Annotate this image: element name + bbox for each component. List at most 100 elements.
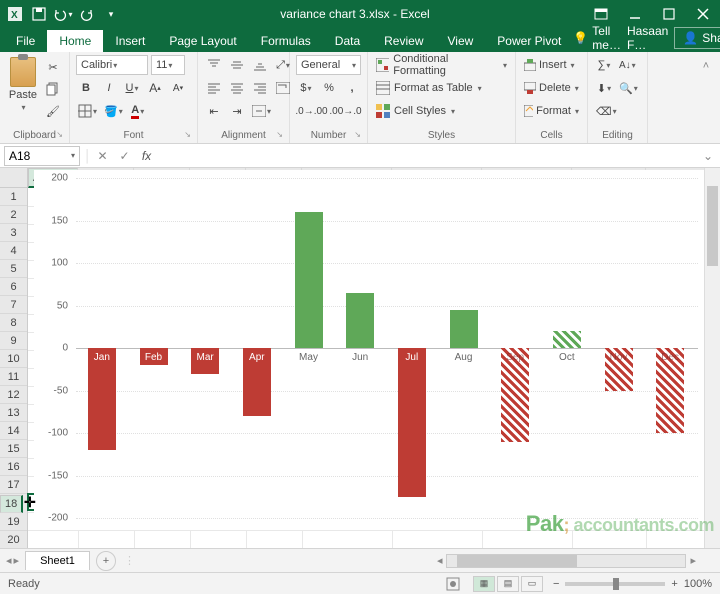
expand-formula-bar-icon[interactable]: ⌄ [700, 146, 720, 166]
font-color-button[interactable]: A▾ [128, 101, 148, 121]
row-header[interactable]: 10 [0, 350, 27, 368]
account-name[interactable]: Hasaan F… [627, 24, 668, 52]
borders-button[interactable]: ▾ [76, 101, 99, 121]
italic-button[interactable]: I [99, 78, 119, 98]
align-left-button[interactable] [204, 78, 224, 98]
name-box[interactable]: A18▾ [4, 146, 80, 166]
tab-page-layout[interactable]: Page Layout [157, 30, 248, 52]
select-all-corner[interactable] [0, 168, 28, 187]
copy-button[interactable] [43, 79, 63, 99]
sheet-tab[interactable]: Sheet1 [25, 551, 90, 570]
horizontal-scrollbar[interactable] [446, 554, 686, 568]
format-cells-button[interactable]: Format▾ [522, 101, 581, 121]
row-header[interactable]: 17 [0, 476, 27, 494]
excel-app-icon[interactable]: X [4, 3, 26, 25]
qat-customize-icon[interactable]: ▾ [100, 3, 122, 25]
percent-format-button[interactable]: % [319, 78, 339, 98]
macro-record-icon[interactable] [443, 574, 463, 594]
fx-icon[interactable]: fx [136, 149, 158, 163]
chart-bar[interactable] [88, 348, 116, 450]
row-header[interactable]: 9 [0, 332, 27, 350]
dialog-launcher-icon[interactable]: ↘ [276, 130, 283, 139]
number-format-select[interactable]: General▾ [296, 55, 361, 75]
enter-formula-icon[interactable]: ✓ [114, 149, 136, 163]
sort-filter-button[interactable]: A↓▾ [617, 55, 638, 75]
page-layout-view-button[interactable]: ▤ [497, 576, 519, 592]
row-header[interactable]: 15 [0, 440, 27, 458]
row-header[interactable]: 14 [0, 422, 27, 440]
sheet-nav-next-icon[interactable]: ▸ [14, 554, 20, 567]
vertical-scrollbar[interactable] [704, 168, 720, 548]
scroll-left-icon[interactable]: ◂ [433, 554, 447, 568]
tab-formulas[interactable]: Formulas [249, 30, 323, 52]
fill-color-button[interactable]: 🪣▾ [102, 101, 125, 121]
tab-view[interactable]: View [436, 30, 486, 52]
delete-cells-button[interactable]: Delete▾ [522, 78, 581, 98]
worksheet-area[interactable]: ABCDEFGHIJ 12345678910111213141516171819… [0, 168, 720, 548]
zoom-level[interactable]: 100% [684, 578, 712, 590]
align-bottom-button[interactable] [250, 55, 270, 75]
tab-data[interactable]: Data [323, 30, 372, 52]
page-break-view-button[interactable]: ▭ [521, 576, 543, 592]
tab-insert[interactable]: Insert [103, 30, 157, 52]
row-header[interactable]: 12 [0, 386, 27, 404]
font-size-select[interactable]: 11▾ [151, 55, 185, 75]
dialog-launcher-icon[interactable]: ↘ [184, 130, 191, 139]
row-header[interactable]: 20 [0, 531, 27, 548]
clear-button[interactable]: ⌫▾ [594, 101, 619, 121]
cancel-formula-icon[interactable]: ✕ [92, 149, 114, 163]
dialog-launcher-icon[interactable]: ↘ [56, 130, 63, 139]
row-header[interactable]: 2 [0, 206, 27, 224]
comma-format-button[interactable]: , [342, 78, 362, 98]
font-name-select[interactable]: Calibri▾ [76, 55, 148, 75]
undo-icon[interactable]: ▾ [52, 3, 74, 25]
collapse-ribbon-icon[interactable]: ˄ [696, 56, 716, 76]
decrease-indent-button[interactable]: ⇤ [204, 101, 224, 121]
align-center-button[interactable] [227, 78, 247, 98]
chart-bar[interactable] [295, 212, 323, 348]
merge-center-button[interactable]: ▾ [250, 101, 273, 121]
row-header[interactable]: 4 [0, 242, 27, 260]
row-header[interactable]: 5 [0, 260, 27, 278]
paste-button[interactable]: Paste ▾ [6, 55, 40, 113]
embedded-chart[interactable]: -200-150-100-50050100150200 JanFebMarApr… [34, 170, 704, 530]
row-header[interactable]: 3 [0, 224, 27, 242]
formula-input[interactable] [158, 146, 701, 166]
zoom-slider[interactable] [565, 582, 665, 586]
new-sheet-button[interactable]: + [96, 551, 116, 571]
dialog-launcher-icon[interactable]: ↘ [354, 130, 361, 139]
row-header[interactable]: 6 [0, 278, 27, 296]
cut-button[interactable]: ✂ [43, 57, 63, 77]
chart-bar[interactable] [553, 331, 581, 348]
normal-view-button[interactable]: ▦ [473, 576, 495, 592]
bold-button[interactable]: B [76, 78, 96, 98]
redo-icon[interactable] [76, 3, 98, 25]
cell-styles-button[interactable]: Cell Styles▾ [374, 101, 457, 121]
row-header[interactable]: 16 [0, 458, 27, 476]
row-header[interactable]: 13 [0, 404, 27, 422]
format-as-table-button[interactable]: Format as Table▾ [374, 78, 484, 98]
tab-review[interactable]: Review [372, 30, 435, 52]
tab-file[interactable]: File [4, 30, 47, 52]
tab-home[interactable]: Home [47, 30, 103, 52]
conditional-formatting-button[interactable]: Conditional Formatting▾ [374, 55, 509, 75]
chart-bar[interactable] [346, 293, 374, 348]
increase-indent-button[interactable]: ⇥ [227, 101, 247, 121]
sheet-nav-prev-icon[interactable]: ◂ [6, 554, 12, 567]
zoom-in-button[interactable]: + [671, 578, 677, 590]
align-middle-button[interactable] [227, 55, 247, 75]
accounting-format-button[interactable]: $▾ [296, 78, 316, 98]
align-top-button[interactable] [204, 55, 224, 75]
align-right-button[interactable] [250, 78, 270, 98]
row-header[interactable]: 11 [0, 368, 27, 386]
tab-power-pivot[interactable]: Power Pivot [485, 30, 573, 52]
chart-bar[interactable] [450, 310, 478, 348]
increase-font-button[interactable]: A▴ [145, 78, 165, 98]
tell-me[interactable]: 💡Tell me… [573, 24, 621, 52]
row-header[interactable]: 7 [0, 296, 27, 314]
row-header[interactable]: 18 [0, 495, 23, 513]
row-header[interactable]: 1 [0, 188, 27, 206]
find-select-button[interactable]: 🔍▾ [617, 78, 640, 98]
insert-cells-button[interactable]: Insert▾ [522, 55, 577, 75]
zoom-out-button[interactable]: − [553, 578, 559, 590]
